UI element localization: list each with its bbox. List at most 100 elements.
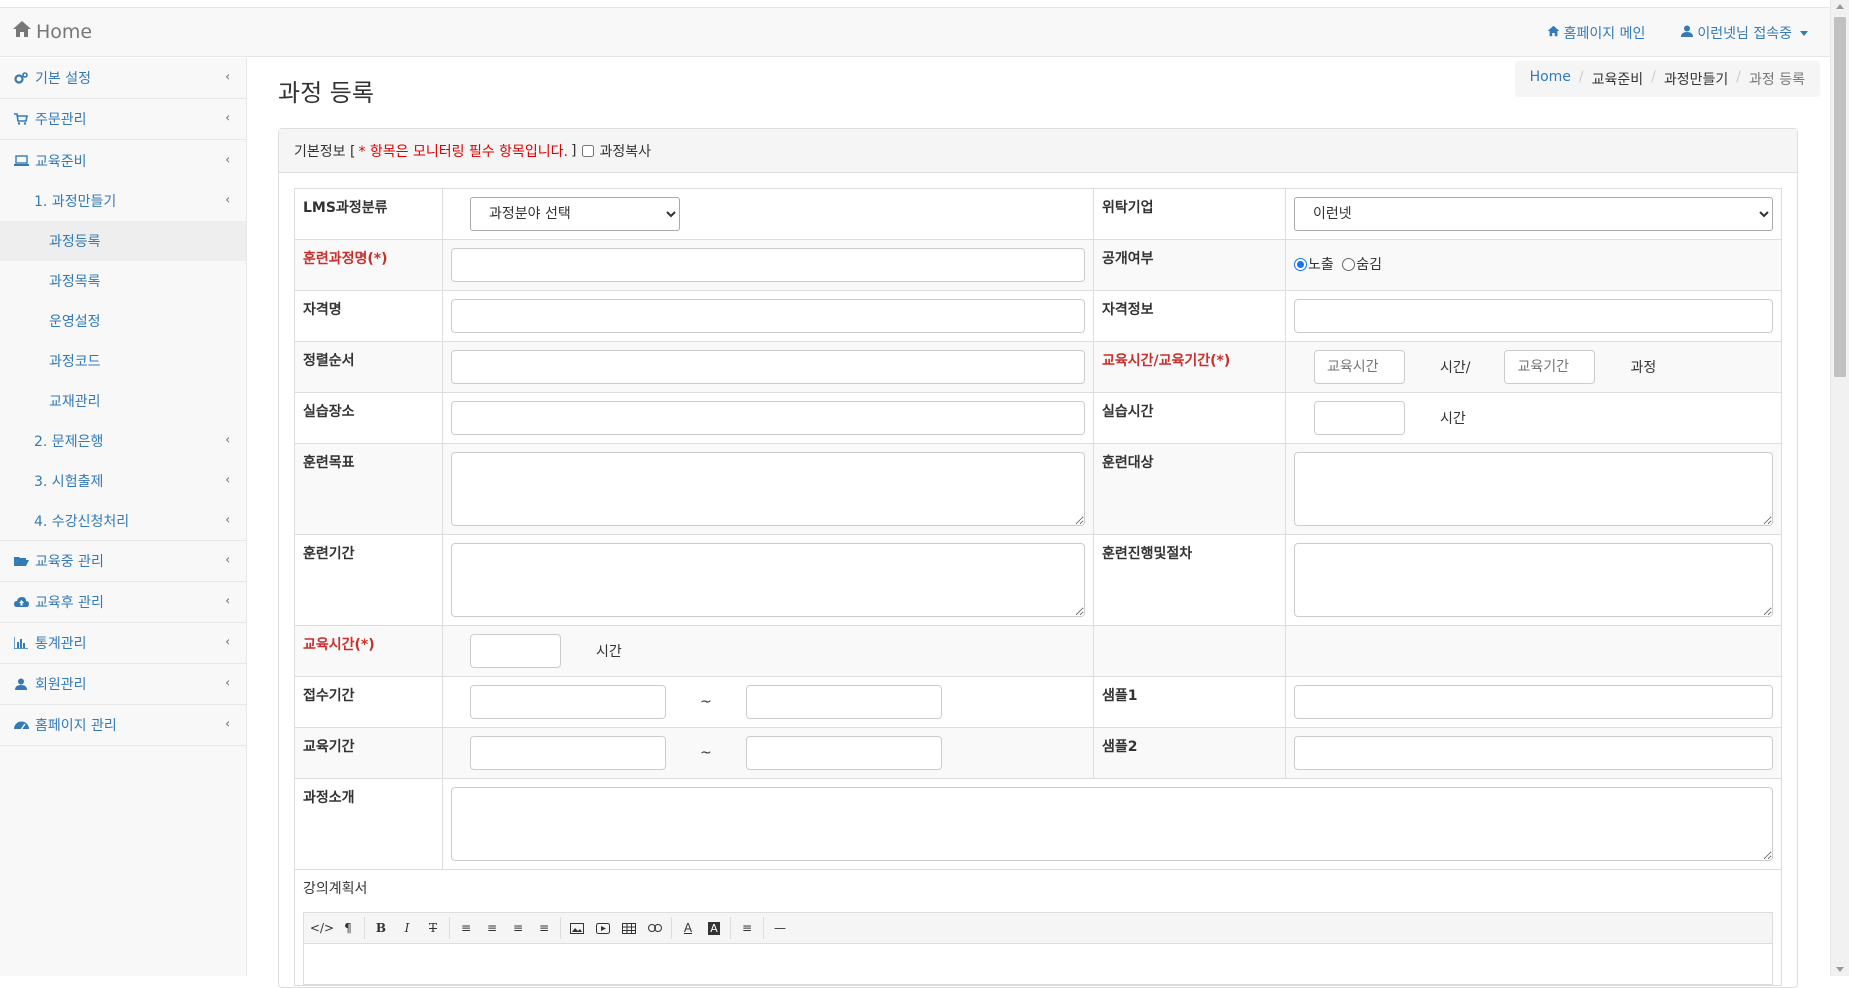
numbered-list-icon[interactable]: ≡ bbox=[480, 916, 504, 940]
video-icon[interactable] bbox=[591, 916, 615, 940]
italic-icon[interactable]: I bbox=[395, 916, 419, 940]
user-icon bbox=[1681, 25, 1694, 41]
sidebar-sub-course-list[interactable]: 과정목록 bbox=[0, 261, 246, 301]
horizontal-rule-icon[interactable]: — bbox=[768, 916, 792, 940]
chevron-left-icon: ‹ bbox=[225, 69, 230, 84]
lecture-plan-cell: 강의계획서 </> ¶ B I T ≡ ≡ ≡ ≡ A A ≡ — bbox=[294, 869, 1782, 986]
bullet-list-icon[interactable]: ≡ bbox=[454, 916, 478, 940]
license-info-label: 자격정보 bbox=[1093, 290, 1286, 342]
public-label: 공개여부 bbox=[1093, 239, 1286, 291]
table-icon[interactable] bbox=[617, 916, 641, 940]
chevron-left-icon: ‹ bbox=[225, 152, 230, 167]
page-scrollbar[interactable] bbox=[1830, 0, 1849, 976]
edu-time-period-label: 교육시간/교육기간(*) bbox=[1093, 341, 1286, 393]
edu-period-start-input[interactable] bbox=[470, 736, 666, 770]
homepage-main-label: 홈페이지 메인 bbox=[1563, 26, 1646, 42]
sidebar-sub-exam[interactable]: 3. 시험출제 ‹ bbox=[0, 461, 246, 501]
public-hide-label: 숨김 bbox=[1356, 257, 1382, 273]
course-name-input[interactable] bbox=[451, 248, 1085, 282]
link-icon[interactable] bbox=[643, 916, 667, 940]
sidebar-item-label: 교육준비 bbox=[35, 153, 87, 170]
sidebar-sub-course-make[interactable]: 1. 과정만들기 ‹ bbox=[0, 181, 246, 221]
edu-period-input[interactable] bbox=[1504, 350, 1596, 384]
sidebar-item-label: 교육중 관리 bbox=[35, 554, 104, 570]
public-hide-radio[interactable]: 숨김 bbox=[1342, 254, 1382, 274]
edu-time-hours-input[interactable] bbox=[470, 634, 561, 668]
sidebar-item-during-edu[interactable]: 교육중 관리 ‹ bbox=[0, 541, 246, 582]
breadcrumb-home[interactable]: Home bbox=[1530, 69, 1571, 89]
lms-category-select[interactable]: 과정분야 선택 bbox=[470, 197, 680, 231]
scrollbar-thumb[interactable] bbox=[1834, 17, 1846, 377]
indent-icon[interactable]: ≡ bbox=[532, 916, 556, 940]
sidebar-sub-label: 과정목록 bbox=[49, 274, 101, 290]
chevron-left-icon: ‹ bbox=[225, 110, 230, 125]
breadcrumb-course-make[interactable]: 과정만들기 bbox=[1664, 69, 1728, 89]
sidebar-sub-textbook[interactable]: 교재관리 bbox=[0, 381, 246, 421]
sidebar-item-homepage-admin[interactable]: 홈페이지 관리 ‹ bbox=[0, 705, 246, 746]
course-copy-checkbox[interactable] bbox=[582, 144, 595, 157]
radio-checked-icon bbox=[1294, 257, 1307, 271]
user-menu-dropdown[interactable]: 이런넷님 접속중 bbox=[1681, 23, 1808, 43]
cloud-upload-icon bbox=[13, 596, 29, 608]
sidebar-item-basic-settings[interactable]: 기본 설정 ‹ bbox=[0, 58, 246, 99]
sidebar-item-after-edu[interactable]: 교육후 관리 ‹ bbox=[0, 582, 246, 623]
sidebar-sub-course-code[interactable]: 과정코드 bbox=[0, 341, 246, 381]
practice-place-label: 실습장소 bbox=[294, 392, 443, 444]
sort-order-input[interactable] bbox=[451, 350, 1085, 384]
sidebar-item-label: 주문관리 bbox=[35, 112, 87, 128]
time-unit-label: 시간 bbox=[1440, 411, 1466, 427]
license-info-input[interactable] bbox=[1294, 299, 1773, 333]
top-navbar: Home 홈페이지 메인 이런넷님 접속중 bbox=[0, 7, 1830, 57]
homepage-main-link[interactable]: 홈페이지 메인 bbox=[1547, 23, 1646, 43]
paragraph-icon[interactable]: ¶ bbox=[336, 916, 360, 940]
sample1-input[interactable] bbox=[1294, 685, 1773, 719]
sidebar-item-orders[interactable]: 주문관리 ‹ bbox=[0, 99, 246, 140]
training-period-textarea[interactable] bbox=[451, 543, 1085, 617]
sidebar-item-members[interactable]: 회원관리 ‹ bbox=[0, 664, 246, 705]
font-color-icon[interactable]: A bbox=[676, 916, 700, 940]
user-icon bbox=[13, 678, 29, 690]
outdent-icon[interactable]: ≡ bbox=[506, 916, 530, 940]
license-name-input[interactable] bbox=[451, 299, 1085, 333]
course-intro-textarea[interactable] bbox=[451, 787, 1773, 861]
sample2-input[interactable] bbox=[1294, 736, 1773, 770]
laptop-icon bbox=[13, 154, 29, 167]
edu-time-input[interactable] bbox=[1314, 350, 1405, 384]
sidebar-sub-enroll[interactable]: 4. 수강신청처리 ‹ bbox=[0, 501, 246, 541]
breadcrumb-edu-prep[interactable]: 교육준비 bbox=[1592, 69, 1644, 89]
sample1-label: 샘플1 bbox=[1093, 676, 1286, 728]
training-procedure-textarea[interactable] bbox=[1294, 543, 1773, 617]
practice-place-input[interactable] bbox=[451, 401, 1085, 435]
public-show-radio[interactable]: 노출 bbox=[1294, 254, 1334, 274]
scroll-up-arrow-icon[interactable] bbox=[1836, 4, 1844, 9]
tilde-label: ~ bbox=[700, 745, 712, 761]
reception-end-input[interactable] bbox=[745, 685, 942, 719]
bold-icon[interactable]: B bbox=[369, 916, 393, 940]
sidebar-sub-label: 4. 수강신청처리 bbox=[34, 513, 130, 530]
editor-body[interactable] bbox=[304, 944, 1772, 984]
strikethrough-icon[interactable]: T bbox=[421, 916, 445, 940]
scroll-down-arrow-icon[interactable] bbox=[1836, 967, 1844, 972]
folder-open-icon bbox=[13, 555, 29, 567]
practice-time-input[interactable] bbox=[1314, 401, 1405, 435]
image-icon[interactable] bbox=[565, 916, 589, 940]
sidebar-sub-operation[interactable]: 운영설정 bbox=[0, 301, 246, 341]
license-name-label: 자격명 bbox=[294, 290, 443, 342]
sidebar-item-edu-prep[interactable]: 교육준비 ‹ bbox=[0, 140, 246, 181]
align-icon[interactable]: ≡ bbox=[735, 916, 759, 940]
code-icon[interactable]: </> bbox=[310, 916, 334, 940]
sidebar-item-label: 통계관리 bbox=[35, 636, 87, 652]
sidebar-sub-label: 과정코드 bbox=[49, 354, 101, 370]
edu-period-end-input[interactable] bbox=[745, 736, 942, 770]
brand-home-link[interactable]: Home bbox=[12, 20, 92, 43]
training-goal-textarea[interactable] bbox=[451, 452, 1085, 526]
sidebar-sub-course-register[interactable]: 과정등록 bbox=[0, 221, 246, 261]
training-target-textarea[interactable] bbox=[1294, 452, 1773, 526]
sidebar-item-statistics[interactable]: 통계관리 ‹ bbox=[0, 623, 246, 664]
consign-company-select[interactable]: 이런넷 bbox=[1294, 197, 1773, 231]
sidebar-item-label: 기본 설정 bbox=[35, 71, 91, 87]
reception-start-input[interactable] bbox=[470, 685, 666, 719]
sidebar-sub-question-bank[interactable]: 2. 문제은행 ‹ bbox=[0, 421, 246, 461]
sidebar-sub-label: 2. 문제은행 bbox=[34, 434, 104, 450]
bg-color-icon[interactable]: A bbox=[702, 916, 726, 940]
